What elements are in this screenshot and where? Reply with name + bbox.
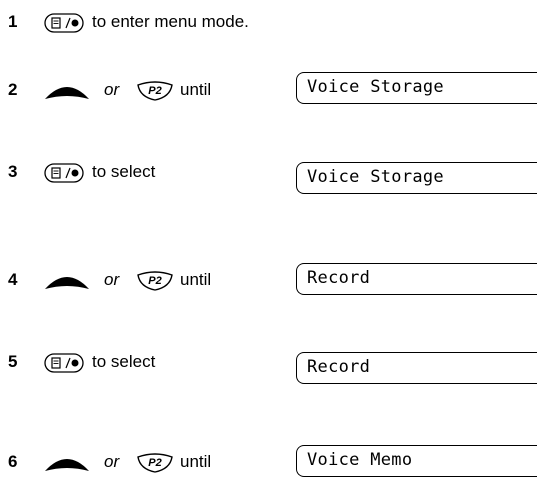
display-text: Voice Memo: [307, 450, 413, 470]
p2-key-icon: P2: [137, 81, 173, 101]
scroll-up-key-icon: [45, 277, 89, 289]
menu-select-key-icon: [44, 353, 84, 373]
svg-text:P2: P2: [148, 85, 161, 97]
p2-key-icon: P2: [137, 453, 173, 473]
svg-text:P2: P2: [148, 457, 161, 469]
step-text: to enter menu mode.: [92, 12, 249, 31]
scroll-up-key-icon: [45, 459, 89, 471]
scroll-up-key-icon: [45, 87, 89, 99]
or-text: or: [104, 452, 120, 471]
until-text: until: [180, 270, 212, 289]
display-box: Record: [296, 263, 537, 295]
step-number: 2: [8, 80, 18, 99]
or-text: or: [104, 80, 120, 99]
step-number: 1: [8, 12, 18, 31]
display-text: Voice Storage: [307, 167, 444, 187]
until-text: until: [180, 452, 212, 471]
until-text: until: [180, 80, 212, 99]
display-box: Voice Storage: [296, 162, 537, 194]
menu-select-key-icon: [44, 163, 84, 183]
or-text: or: [104, 270, 120, 289]
step-text: to select: [92, 352, 156, 371]
display-text: Record: [307, 268, 371, 288]
step-number: 6: [8, 452, 18, 471]
display-box: Voice Memo: [296, 445, 537, 477]
display-box: Record: [296, 352, 537, 384]
step-number: 5: [8, 352, 18, 371]
display-box: Voice Storage: [296, 72, 537, 104]
svg-text:P2: P2: [148, 275, 161, 287]
step-text: to select: [92, 162, 156, 181]
menu-select-key-icon: [44, 13, 84, 33]
p2-key-icon: P2: [137, 271, 173, 291]
display-text: Voice Storage: [307, 77, 444, 97]
step-number: 4: [8, 270, 18, 289]
display-text: Record: [307, 357, 371, 377]
step-number: 3: [8, 162, 18, 181]
